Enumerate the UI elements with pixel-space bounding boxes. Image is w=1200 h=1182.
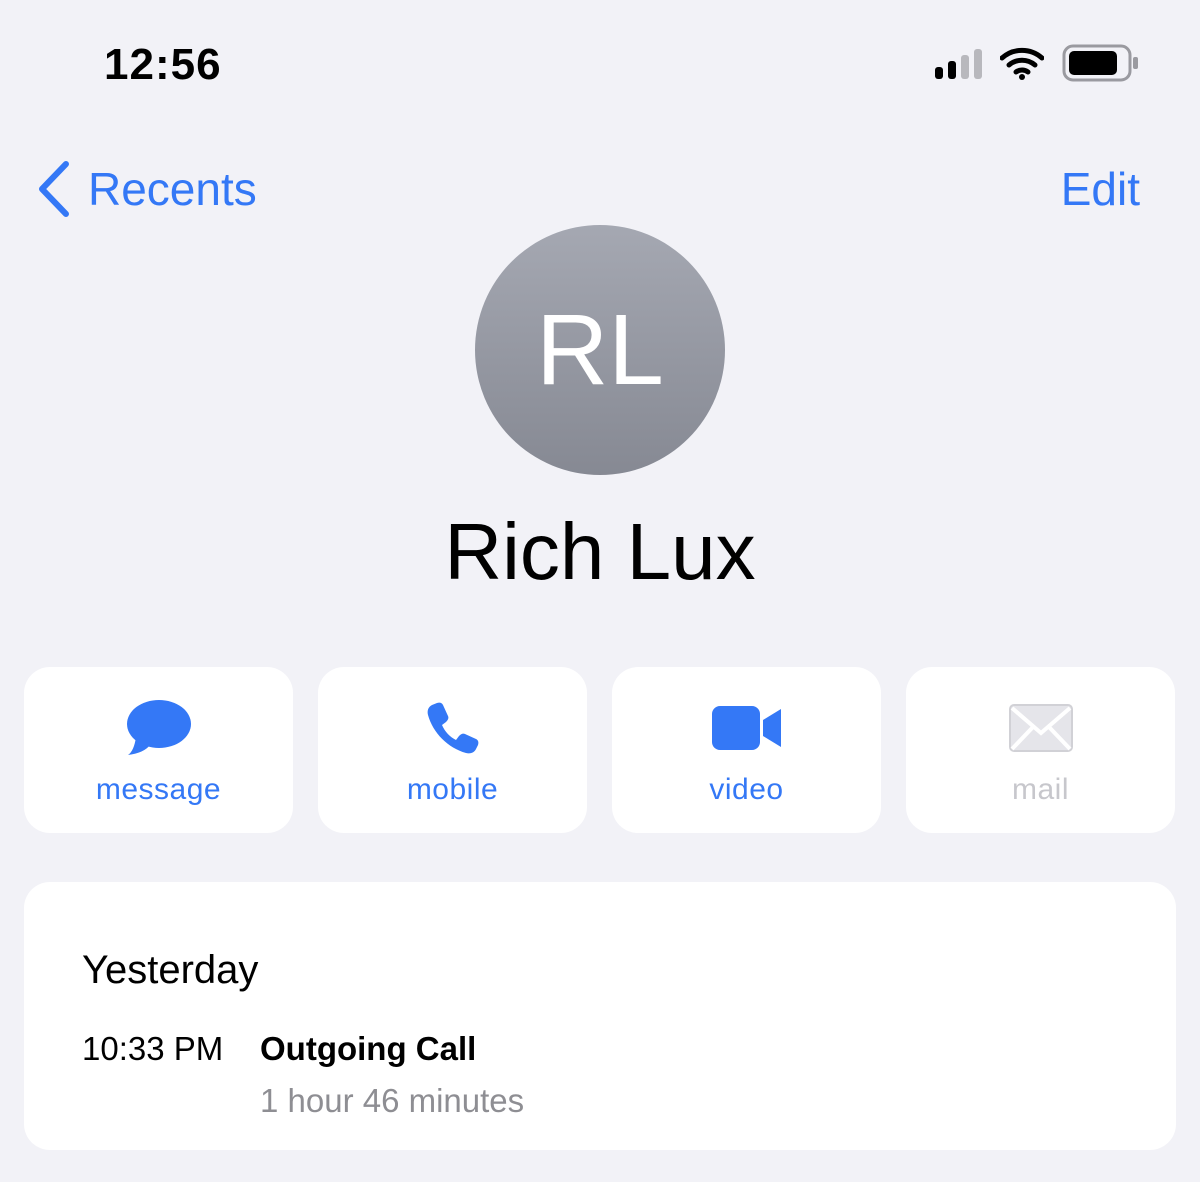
contact-name: Rich Lux [444, 507, 756, 596]
mail-label: mail [1011, 773, 1069, 806]
mail-button[interactable]: mail [906, 667, 1175, 833]
call-duration: 1 hour 46 minutes [260, 1082, 525, 1119]
call-time: 10:33 PM [82, 1030, 224, 1067]
contact-actions: message mobile video mail [24, 667, 1175, 833]
status-icons [935, 44, 1140, 82]
mail-envelope-icon [1008, 704, 1073, 752]
battery-icon [1062, 44, 1138, 82]
chevron-left-icon [39, 161, 69, 217]
message-label: message [95, 773, 222, 806]
mobile-call-button[interactable]: mobile [318, 667, 587, 833]
message-bubble-icon [126, 700, 191, 755]
call-day-heading: Yesterday [82, 948, 259, 992]
mobile-label: mobile [406, 773, 499, 806]
video-call-button[interactable]: video [612, 667, 881, 833]
avatar-initials: RL [536, 293, 664, 406]
wifi-icon [1000, 47, 1044, 80]
phone-icon [427, 702, 478, 754]
call-type: Outgoing Call [260, 1030, 477, 1067]
edit-button[interactable]: Edit [1061, 162, 1140, 216]
avatar: RL [475, 225, 725, 475]
back-button[interactable]: Recents [36, 160, 257, 218]
status-time: 12:56 [104, 40, 222, 89]
cellular-signal-icon [935, 47, 982, 79]
call-history-card: Yesterday 10:33 PM Outgoing Call 1 hour … [24, 882, 1176, 1150]
message-button[interactable]: message [24, 667, 293, 833]
back-button-label: Recents [88, 163, 257, 215]
video-camera-icon [711, 706, 781, 750]
phone-screen: 12:56 Recents Edit RL Rich Lux message m… [0, 0, 1200, 1182]
video-label: video [709, 773, 784, 806]
